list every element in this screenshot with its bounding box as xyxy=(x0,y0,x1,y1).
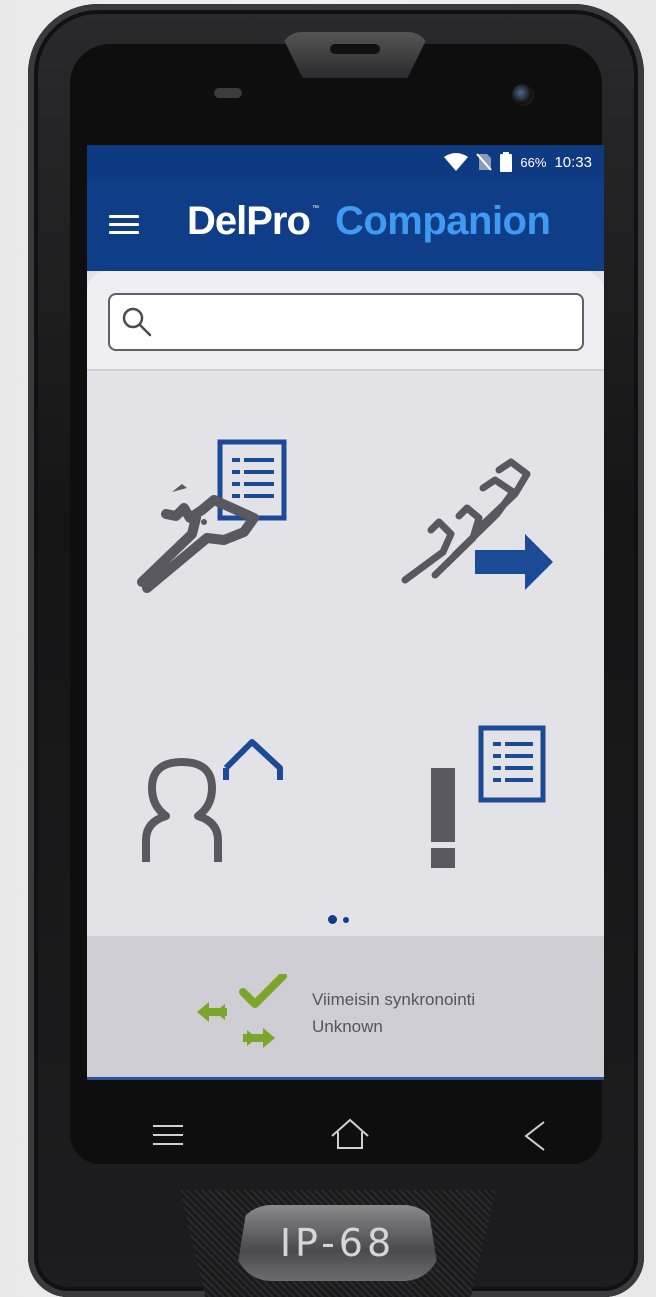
wifi-icon xyxy=(444,153,469,171)
alarm-list-icon xyxy=(431,725,546,868)
ip-rating-plate: IP-68 xyxy=(235,1205,440,1281)
brand-primary: DelPro xyxy=(187,199,311,243)
search-area xyxy=(87,271,604,371)
no-sim-icon xyxy=(476,153,493,171)
proximity-sensor xyxy=(214,88,242,98)
user-home-tile[interactable] xyxy=(132,720,332,920)
app-bar: DelPro ™ Companion xyxy=(87,179,604,271)
home-nav-icon[interactable] xyxy=(326,1110,376,1160)
menu-nav-icon[interactable] xyxy=(145,1110,195,1160)
sync-status: Unknown xyxy=(312,1017,383,1036)
animal-card-icon xyxy=(137,439,287,593)
brand-trademark: ™ xyxy=(311,205,319,212)
sync-label: Viimeisin synkronointi xyxy=(312,990,476,1009)
brand-secondary: Companion xyxy=(334,199,551,243)
app-logo: DelPro ™ Companion xyxy=(187,199,551,244)
battery-percent: 66% xyxy=(520,154,547,170)
battery-icon xyxy=(500,152,513,172)
search-box[interactable] xyxy=(108,293,584,351)
hamburger-menu-icon[interactable] xyxy=(109,215,139,235)
page-indicator xyxy=(328,915,349,924)
alarm-list-tile[interactable] xyxy=(395,720,595,920)
ip-rating-text: IP-68 xyxy=(279,1221,396,1265)
sync-status-bar[interactable]: Viimeisin synkronointi Unknown xyxy=(87,936,604,1077)
back-nav-icon[interactable] xyxy=(512,1110,562,1160)
user-home-icon xyxy=(142,739,283,862)
search-input[interactable] xyxy=(162,301,576,343)
app-screen: 66% 10:33 DelPro ™ Companion Viimeisin s… xyxy=(87,145,604,1080)
hardware-nav-bar xyxy=(0,1110,656,1160)
earpiece xyxy=(280,32,430,78)
front-camera xyxy=(512,84,534,106)
animal-group-move-icon xyxy=(401,458,553,590)
search-icon xyxy=(122,307,152,337)
status-bar: 66% 10:33 xyxy=(87,145,604,179)
page-dot[interactable] xyxy=(343,916,349,923)
sync-text: Viimeisin synkronointi Unknown xyxy=(312,986,475,1040)
sync-icon xyxy=(197,974,287,1048)
page-dot-active[interactable] xyxy=(328,915,337,924)
animal-group-move-tile[interactable] xyxy=(395,430,595,630)
bottom-accent-line xyxy=(87,1077,604,1080)
animal-card-tile[interactable] xyxy=(132,430,332,630)
clock: 10:33 xyxy=(554,153,592,171)
